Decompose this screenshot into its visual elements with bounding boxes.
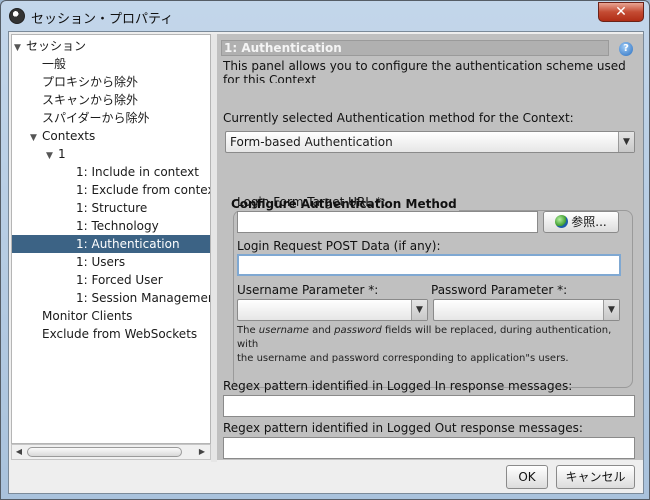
zap-app-icon [9, 8, 25, 24]
logged-out-regex-input[interactable] [223, 437, 635, 459]
password-param-label: Password Parameter *: [431, 283, 568, 297]
authentication-method-select[interactable]: Form-based Authentication ▼ [225, 131, 635, 153]
tree-item[interactable]: 1: Exclude from context [12, 181, 211, 199]
chevron-down-icon: ▼ [603, 300, 619, 320]
tree-item[interactable]: 1: Forced User [12, 271, 163, 289]
browse-label: 参照... [571, 215, 607, 229]
authentication-method-value: Form-based Authentication [230, 135, 393, 149]
tree-item-label: 1: Authentication [76, 237, 180, 251]
login-url-input[interactable] [237, 211, 538, 233]
close-button[interactable]: ✕ [598, 2, 644, 22]
tree-item[interactable]: 1: Structure [12, 199, 147, 217]
scroll-thumb[interactable] [27, 447, 182, 457]
tree-item-label: Contexts [42, 129, 96, 143]
session-properties-dialog: セッション・プロパティ ✕ ▼ セッション 一般 プロキシから除外 スキャンから除外 スパ… [0, 0, 650, 500]
tree-item[interactable]: 1: Session Management [12, 289, 211, 307]
browse-button[interactable]: 参照... [543, 211, 619, 233]
tree-item[interactable]: 一般 [12, 55, 66, 73]
username-param-label: Username Parameter *: [237, 283, 379, 297]
chevron-down-icon: ▼ [618, 132, 634, 152]
tree-item[interactable]: ▼ セッション [12, 37, 86, 55]
tree-item-label: 1: Structure [76, 201, 148, 215]
logged-out-label: Regex pattern identified in Logged Out r… [223, 421, 583, 435]
title-bar: セッション・プロパティ ✕ [1, 1, 649, 31]
cancel-button[interactable]: キャンセル [556, 465, 635, 489]
scroll-left-arrow-icon[interactable]: ◀ [13, 446, 25, 458]
tree-item[interactable]: 1: Include in context [12, 163, 199, 181]
help-icon[interactable]: ? [619, 42, 633, 56]
tree-item-label: 1: Include in context [76, 165, 199, 179]
tree-item[interactable]: 1: Authentication [12, 235, 210, 253]
note-text: the username and password corresponding … [237, 353, 569, 364]
logged-in-label: Regex pattern identified in Logged In re… [223, 379, 573, 393]
tree-item[interactable]: Exclude from WebSockets [12, 325, 197, 343]
ok-button[interactable]: OK [506, 465, 548, 489]
tree-item-label: プロキシから除外 [42, 75, 139, 89]
tree-item-label: 1: Session Management [76, 291, 211, 305]
panel-title: 1: Authentication [221, 40, 609, 56]
logged-in-regex-input[interactable] [223, 395, 635, 417]
tree-item-label: セッション [26, 39, 87, 53]
post-data-label: Login Request POST Data (if any): [237, 239, 441, 253]
login-url-label: Login Form Target URL *: [237, 195, 386, 209]
tree-item-label: Monitor Clients [42, 309, 133, 323]
scroll-right-arrow-icon[interactable]: ▶ [196, 446, 208, 458]
tree-item-label: Exclude from WebSockets [42, 327, 198, 341]
username-param-select[interactable]: ▼ [237, 299, 428, 321]
chevron-down-icon: ▼ [411, 300, 427, 320]
tree-item[interactable]: ▼ Contexts [12, 127, 95, 145]
note-text: The [237, 325, 259, 336]
note-password: password [334, 325, 382, 336]
tree-item-label: 1: Users [76, 255, 126, 269]
tree-item[interactable]: Monitor Clients [12, 307, 132, 325]
tree-horizontal-scrollbar[interactable]: ◀ ▶ [11, 444, 211, 460]
post-data-input[interactable] [237, 254, 621, 276]
note-username: username [258, 325, 309, 336]
tree-item[interactable]: ▼ 1 [12, 145, 66, 163]
window-title: セッション・プロパティ [31, 12, 174, 27]
tree-item-label: 1: Forced User [76, 273, 163, 287]
parameter-note: The username and password fields will be… [237, 324, 625, 366]
dialog-body: ▼ セッション 一般 プロキシから除外 スキャンから除外 スパイダーから除外 ▼ Contex… [8, 31, 644, 494]
tree-item-label: 1: Exclude from context [76, 183, 211, 197]
tree-item-label: 1 [58, 147, 66, 161]
tree-item-label: スパイダーから除外 [42, 111, 150, 125]
tree-item[interactable]: プロキシから除外 [12, 73, 138, 91]
password-param-select[interactable]: ▼ [433, 299, 620, 321]
method-label: Currently selected Authentication method… [223, 111, 574, 125]
tree-item[interactable]: スキャンから除外 [12, 91, 138, 109]
tree-item-label: 一般 [42, 57, 67, 71]
note-text: and [308, 325, 335, 336]
panel-description: This panel allows you to configure the a… [223, 59, 626, 83]
tree-item[interactable]: 1: Users [12, 253, 125, 271]
tree-item-label: 1: Technology [76, 219, 159, 233]
settings-tree: ▼ セッション一般プロキシから除外 スキャンから除外 スパイダーから除外 ▼ Contex… [11, 34, 211, 444]
tree-item-label: スキャンから除外 [42, 93, 139, 107]
tree-item[interactable]: 1: Technology [12, 217, 159, 235]
tree-item[interactable]: スパイダーから除外 [12, 109, 150, 127]
authentication-panel: 1: Authentication ? This panel allows yo… [217, 34, 643, 460]
globe-icon [555, 215, 569, 228]
